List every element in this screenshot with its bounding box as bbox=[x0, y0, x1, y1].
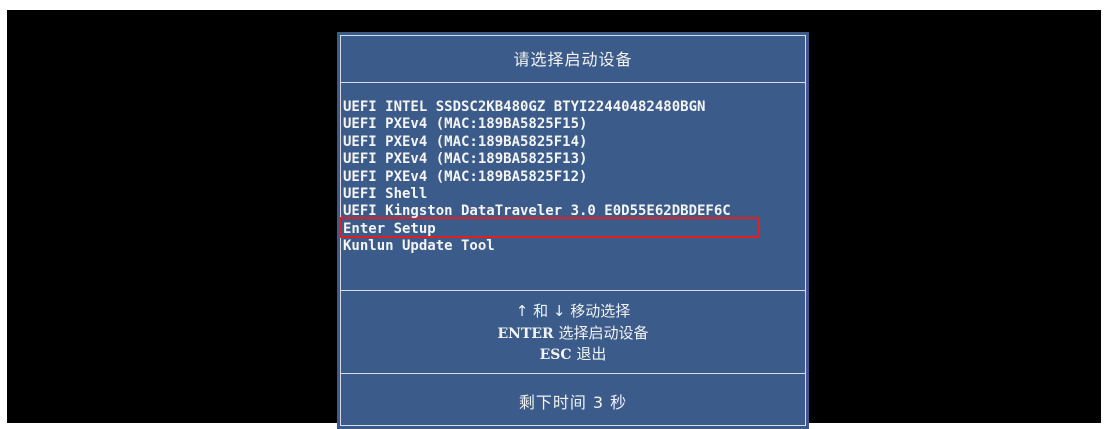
boot-item-label: UEFI Kingston DataTraveler 3.0 E0D55E62D… bbox=[343, 203, 731, 220]
help-enter-text: 选择启动设备 bbox=[553, 324, 649, 342]
screen: 请选择启动设备 UEFI INTEL SSDSC2KB480GZ BTYI224… bbox=[7, 10, 1101, 429]
dialog-title: 请选择启动设备 bbox=[513, 50, 633, 69]
help-divider bbox=[340, 373, 806, 374]
boot-item-pxe-f12[interactable]: UEFI PXEv4 (MAC:189BA5825F12) bbox=[343, 169, 803, 186]
boot-item-intel-ssd[interactable]: UEFI INTEL SSDSC2KB480GZ BTYI22440482480… bbox=[343, 99, 803, 116]
selected-item-highlight bbox=[339, 217, 760, 238]
boot-item-label: UEFI INTEL SSDSC2KB480GZ BTYI22440482480… bbox=[343, 99, 706, 115]
boot-item-pxe-f13[interactable]: UEFI PXEv4 (MAC:189BA5825F13) bbox=[343, 151, 803, 168]
boot-item-pxe-f14[interactable]: UEFI PXEv4 (MAC:189BA5825F14) bbox=[343, 134, 803, 151]
help-enter-key: ENTER bbox=[497, 326, 554, 342]
boot-item-label: Kunlun Update Tool bbox=[343, 238, 495, 255]
boot-item-pxe-f15[interactable]: UEFI PXEv4 (MAC:189BA5825F15) bbox=[343, 116, 803, 133]
help-esc: ESC 退出 bbox=[337, 343, 809, 364]
boot-device-list: UEFI INTEL SSDSC2KB480GZ BTYI22440482480… bbox=[339, 99, 803, 256]
boot-item-kunlun-update[interactable]: Kunlun Update Tool bbox=[343, 238, 803, 255]
boot-item-uefi-shell[interactable]: UEFI Shell bbox=[343, 186, 803, 203]
boot-item-label: UEFI PXEv4 (MAC:189BA5825F13) bbox=[343, 151, 588, 168]
help-esc-key: ESC bbox=[539, 347, 572, 363]
boot-item-label: UEFI PXEv4 (MAC:189BA5825F15) bbox=[343, 116, 588, 133]
boot-device-dialog: 请选择启动设备 UEFI INTEL SSDSC2KB480GZ BTYI224… bbox=[337, 32, 809, 429]
help-enter: ENTER 选择启动设备 bbox=[337, 322, 809, 343]
help-esc-text: 退出 bbox=[571, 345, 607, 363]
title-divider bbox=[340, 82, 806, 83]
boot-item-label: UEFI PXEv4 (MAC:189BA5825F12) bbox=[343, 168, 588, 185]
boot-item-label: UEFI PXEv4 (MAC:189BA5825F14) bbox=[343, 133, 588, 150]
help-move-selection: ↑ 和 ↓ 移动选择 bbox=[515, 302, 631, 320]
countdown-timer: 剩下时间 3 秒 bbox=[518, 393, 628, 412]
list-divider bbox=[340, 290, 806, 291]
boot-item-label: UEFI Shell bbox=[343, 185, 428, 202]
